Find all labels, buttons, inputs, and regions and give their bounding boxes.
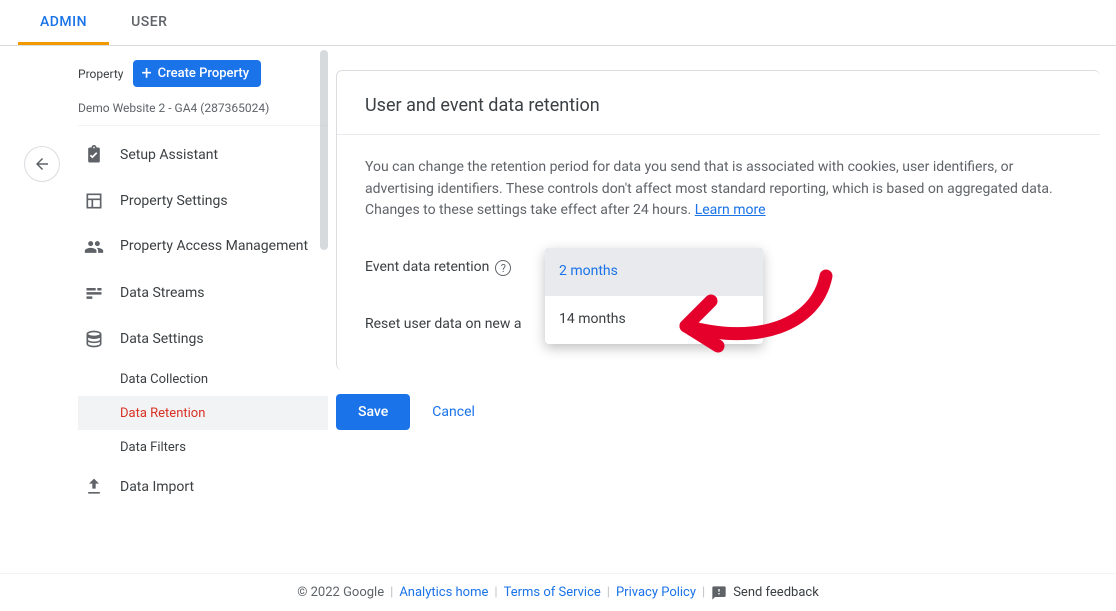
clipboard-check-icon — [84, 145, 104, 165]
sidebar-item-label: Property Settings — [120, 193, 228, 209]
streams-icon — [84, 283, 104, 303]
arrow-left-icon — [33, 155, 51, 173]
option-14-months[interactable]: 14 months — [545, 296, 763, 344]
people-icon — [84, 237, 104, 257]
sidebar-item-property-access[interactable]: Property Access Management — [78, 224, 328, 270]
reset-user-data-label: Reset user data on new a — [365, 314, 521, 336]
sidebar-item-data-import[interactable]: Data Import — [78, 464, 328, 510]
retention-card: User and event data retention You can ch… — [336, 70, 1100, 370]
sidebar-item-label: Setup Assistant — [120, 147, 218, 163]
tab-user[interactable]: USER — [109, 0, 189, 45]
footer-copyright: © 2022 Google — [297, 585, 384, 600]
sidebar-sub-data-retention[interactable]: Data Retention — [78, 396, 328, 430]
send-feedback-button[interactable]: Send feedback — [711, 585, 819, 601]
sidebar-item-label: Data Settings — [120, 331, 204, 347]
card-title: User and event data retention — [337, 71, 1100, 135]
sidebar-sub-data-collection[interactable]: Data Collection — [78, 362, 328, 396]
footer: © 2022 Google | Analytics home | Terms o… — [0, 573, 1116, 611]
sidebar-item-setup-assistant[interactable]: Setup Assistant — [78, 132, 328, 178]
create-property-label: Create Property — [158, 66, 249, 81]
sidebar-item-data-settings[interactable]: Data Settings — [78, 316, 328, 362]
sidebar: Property + Create Property Demo Website … — [60, 46, 328, 570]
option-2-months[interactable]: 2 months — [545, 248, 763, 296]
save-button[interactable]: Save — [336, 394, 410, 430]
sidebar-item-label: Data Import — [120, 479, 194, 495]
create-property-button[interactable]: + Create Property — [133, 60, 261, 87]
footer-link-privacy[interactable]: Privacy Policy — [616, 585, 696, 600]
database-icon — [84, 329, 104, 349]
event-retention-label: Event data retention — [365, 257, 489, 279]
top-tabs: ADMIN USER — [0, 0, 1116, 46]
layout-icon — [84, 191, 104, 211]
property-name[interactable]: Demo Website 2 - GA4 (287365024) — [78, 95, 328, 126]
footer-link-analytics-home[interactable]: Analytics home — [399, 585, 488, 600]
send-feedback-label: Send feedback — [733, 585, 819, 600]
sidebar-item-property-settings[interactable]: Property Settings — [78, 178, 328, 224]
learn-more-link[interactable]: Learn more — [695, 202, 766, 218]
help-icon[interactable]: ? — [495, 260, 511, 276]
property-label: Property — [78, 67, 123, 81]
footer-link-terms[interactable]: Terms of Service — [504, 585, 601, 600]
feedback-icon — [711, 585, 727, 601]
sidebar-item-label: Property Access Management — [120, 238, 308, 256]
sidebar-sub-data-filters[interactable]: Data Filters — [78, 430, 328, 464]
cancel-button[interactable]: Cancel — [432, 404, 475, 420]
tab-admin[interactable]: ADMIN — [18, 0, 109, 45]
upload-icon — [84, 477, 104, 497]
back-button[interactable] — [24, 146, 60, 182]
retention-dropdown: 2 months 14 months — [545, 248, 763, 344]
plus-icon: + — [141, 67, 151, 81]
sidebar-item-data-streams[interactable]: Data Streams — [78, 270, 328, 316]
scrollbar-thumb[interactable] — [320, 50, 328, 250]
sidebar-item-label: Data Streams — [120, 285, 205, 301]
